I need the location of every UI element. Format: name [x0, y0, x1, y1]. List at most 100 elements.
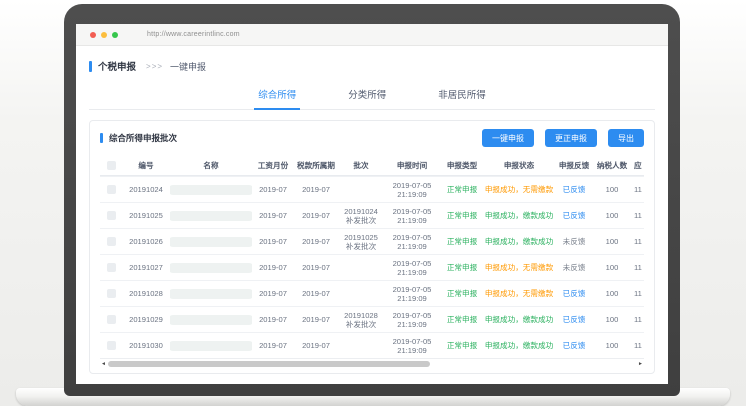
horizontal-scrollbar: ◄ ►: [100, 358, 644, 368]
row-checkbox[interactable]: [107, 289, 116, 298]
cell-taxpayer-count: 100: [594, 263, 630, 272]
breadcrumb-separator: >>>: [146, 62, 163, 71]
tab-item-0[interactable]: 综合所得: [254, 81, 300, 110]
time-line: 2019-07-05: [393, 337, 432, 346]
tab-item-2[interactable]: 非居民所得: [434, 81, 490, 110]
batch-line: 20191025: [344, 233, 378, 242]
cell-taxpayer-count: 100: [594, 289, 630, 298]
cell-name: [170, 211, 252, 221]
cell-id: 20191026: [122, 237, 170, 246]
maximize-window-dot[interactable]: [112, 32, 118, 38]
cell-declare-feedback: 已反馈: [554, 185, 594, 194]
cell-declare-type: 正常申报: [440, 237, 484, 246]
time-line: 21:19:09: [397, 294, 427, 303]
header-checkbox-cell: [100, 161, 122, 170]
cell-clipped: 11: [630, 237, 644, 246]
name-placeholder: [170, 315, 252, 325]
cell-name: [170, 263, 252, 273]
time-line: 21:19:09: [397, 268, 427, 277]
correct-declare-button[interactable]: 更正申报: [545, 129, 597, 147]
row-checkbox[interactable]: [107, 341, 116, 350]
title-accent-bar: [89, 61, 92, 72]
table-row: 20191028 2019-072019-07 2019-07-0521:19:09…: [100, 280, 644, 306]
row-checkbox-cell: [100, 237, 122, 246]
cell-declare-time: 2019-07-0521:19:09: [384, 259, 440, 277]
row-checkbox[interactable]: [107, 315, 116, 324]
cell-declare-type: 正常申报: [440, 185, 484, 194]
batch-line: 补发批次: [346, 320, 376, 329]
batch-line: 补发批次: [346, 242, 376, 251]
time-line: 21:19:09: [397, 320, 427, 329]
name-placeholder: [170, 341, 252, 351]
batch-panel: 综合所得申报批次 一键申报 更正申报 导出 编号名称工资月份税款所属期批次申报时…: [89, 120, 655, 374]
row-checkbox-cell: [100, 211, 122, 220]
column-header: 编号: [122, 161, 170, 170]
cell-salary-month: 2019-07: [252, 263, 294, 272]
row-checkbox[interactable]: [107, 185, 116, 194]
name-placeholder: [170, 185, 252, 195]
table-body: 201910242019-072019-072019-07-0521:19:09…: [100, 176, 644, 358]
cell-taxpayer-count: 100: [594, 211, 630, 220]
cell-clipped: 11: [630, 315, 644, 324]
row-checkbox[interactable]: [107, 211, 116, 220]
batch-line: 补发批次: [346, 216, 376, 225]
table-row: 201910262019-072019-0720191025补发批次2019-0…: [100, 228, 644, 254]
cell-tax-period: 2019-07: [294, 263, 338, 272]
table-row: 201910302019-072019-072019-07-0521:19:09…: [100, 332, 644, 358]
cell-taxpayer-count: 100: [594, 315, 630, 324]
cell-name: [170, 315, 252, 325]
page-background: http://www.careerintlinc.com 个税申报 >>> 一键…: [0, 0, 746, 406]
tab-item-1[interactable]: 分类所得: [344, 81, 390, 110]
row-checkbox-cell: [100, 315, 122, 324]
cell-declare-time: 2019-07-0521:19:09: [384, 181, 440, 199]
time-line: 2019-07-05: [393, 259, 432, 268]
cell-salary-month: 2019-07: [252, 315, 294, 324]
cell-salary-month: 2019-07: [252, 237, 294, 246]
scrollbar-track[interactable]: [106, 360, 638, 368]
cell-id: 20191025: [122, 211, 170, 220]
cell-declare-feedback: 已反馈: [554, 289, 594, 298]
cell-id: 20191030: [122, 341, 170, 350]
laptop-frame: http://www.careerintlinc.com 个税申报 >>> 一键…: [64, 4, 680, 396]
panel-header: 综合所得申报批次 一键申报 更正申报 导出: [100, 129, 644, 147]
cell-declare-status: 申报成功，无需缴款: [484, 263, 554, 272]
address-bar[interactable]: http://www.careerintlinc.com: [147, 31, 240, 38]
row-checkbox-cell: [100, 289, 122, 298]
export-button[interactable]: 导出: [608, 129, 644, 147]
scrollbar-thumb[interactable]: [108, 361, 430, 367]
cell-clipped: 11: [630, 185, 644, 194]
row-checkbox[interactable]: [107, 263, 116, 272]
column-header: 申报状态: [484, 161, 554, 170]
one-click-declare-button[interactable]: 一键申报: [482, 129, 534, 147]
row-checkbox[interactable]: [107, 237, 116, 246]
row-checkbox-cell: [100, 185, 122, 194]
batch-line: 20191028: [344, 311, 378, 320]
cell-declare-feedback: 已反馈: [554, 211, 594, 220]
cell-name: [170, 237, 252, 247]
laptop-screen: http://www.careerintlinc.com 个税申报 >>> 一键…: [76, 24, 668, 384]
time-line: 2019-07-05: [393, 181, 432, 190]
cell-declare-status: 申报成功，缴款成功: [484, 211, 554, 220]
cell-salary-month: 2019-07: [252, 185, 294, 194]
cell-declare-feedback: 已反馈: [554, 341, 594, 350]
cell-tax-period: 2019-07: [294, 289, 338, 298]
cell-salary-month: 2019-07: [252, 289, 294, 298]
minimize-window-dot[interactable]: [101, 32, 107, 38]
select-all-checkbox[interactable]: [107, 161, 116, 170]
name-placeholder: [170, 211, 252, 221]
panel-title: 综合所得申报批次: [109, 132, 177, 144]
table-header-row: 编号名称工资月份税款所属期批次申报时间申报类型申报状态申报反馈纳税人数应: [100, 155, 644, 176]
cell-taxpayer-count: 100: [594, 237, 630, 246]
cell-id: 20191024: [122, 185, 170, 194]
column-header-clipped: 应: [630, 161, 644, 170]
close-window-dot[interactable]: [90, 32, 96, 38]
row-checkbox-cell: [100, 263, 122, 272]
scroll-right-arrow[interactable]: ►: [638, 359, 643, 369]
name-placeholder: [170, 237, 252, 247]
row-checkbox-cell: [100, 341, 122, 350]
cell-clipped: 11: [630, 211, 644, 220]
cell-id: 20191028: [122, 289, 170, 298]
cell-declare-type: 正常申报: [440, 341, 484, 350]
cell-tax-period: 2019-07: [294, 185, 338, 194]
time-line: 2019-07-05: [393, 285, 432, 294]
